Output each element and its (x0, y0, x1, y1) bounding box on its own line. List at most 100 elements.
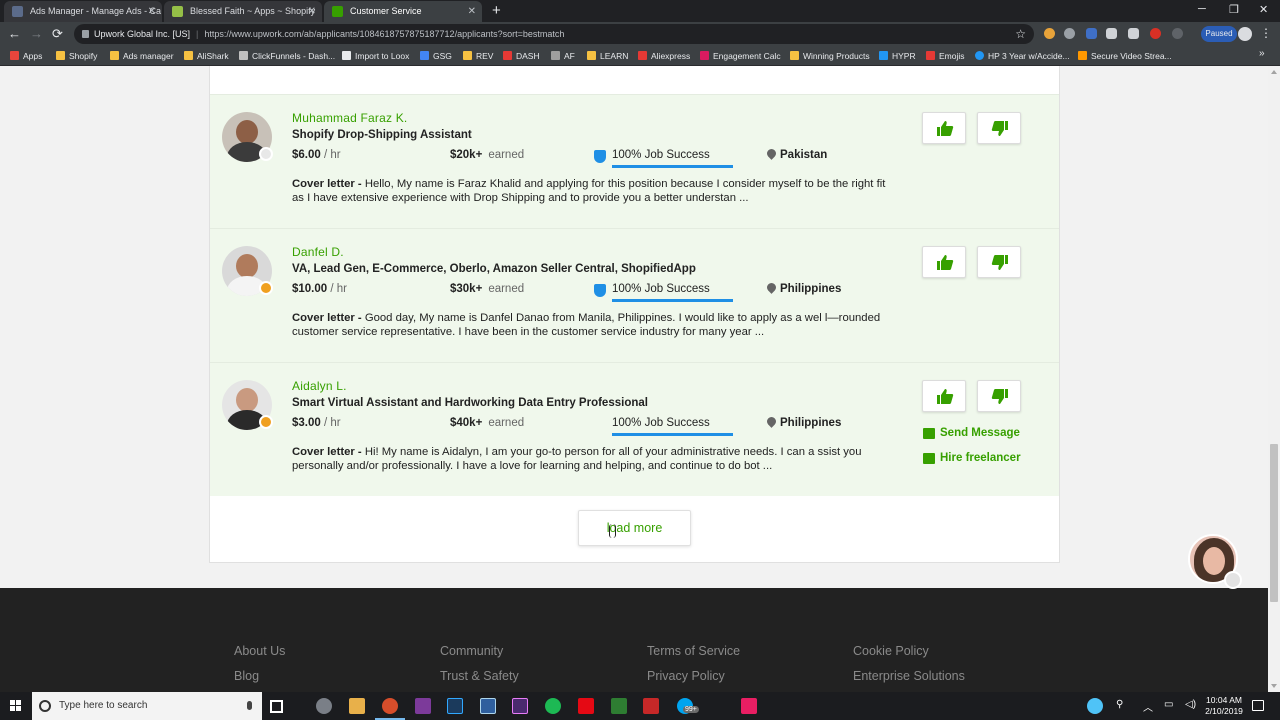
bookmark-item[interactable]: Aliexpress (638, 46, 690, 66)
back-button[interactable]: ← (8, 26, 21, 42)
close-icon[interactable]: ✕ (468, 1, 476, 22)
task-view-icon[interactable] (270, 700, 283, 713)
taskbar-app-icon[interactable] (611, 698, 627, 714)
extension-icon[interactable] (1128, 28, 1139, 39)
zoom-icon[interactable] (1064, 28, 1075, 39)
archive-thumbs-down-button[interactable] (977, 380, 1021, 412)
photoshop-icon[interactable] (447, 698, 463, 714)
applicant-name-link[interactable]: Aidalyn L. (292, 379, 347, 393)
site-identity: Upwork Global Inc. [US] (94, 29, 191, 39)
extension-icon[interactable] (1086, 28, 1097, 39)
hire-freelancer-link[interactable]: Hire freelancer (923, 452, 1021, 464)
footer-link-trust-safety[interactable]: Trust & Safety (440, 669, 519, 683)
action-center-icon[interactable] (1252, 700, 1264, 711)
netflix-icon[interactable] (578, 698, 594, 714)
extension-icon[interactable] (1172, 28, 1183, 39)
battery-icon[interactable]: ▭ (1164, 699, 1173, 710)
extension-icon[interactable] (1106, 28, 1117, 39)
bookmark-item[interactable]: AF (551, 46, 575, 66)
profile-avatar[interactable] (1238, 27, 1252, 41)
cover-letter[interactable]: Cover letter - Hi! My name is Aidalyn, I… (292, 445, 900, 474)
spotify-icon[interactable] (545, 698, 561, 714)
close-icon[interactable]: ✕ (308, 1, 316, 22)
tab-ads-manager[interactable]: Ads Manager - Manage Ads - Ca ✕ (4, 1, 162, 22)
footer-link-privacy[interactable]: Privacy Policy (647, 669, 725, 683)
shortlist-thumbs-up-button[interactable] (922, 246, 966, 278)
thumbs-up-icon (937, 389, 954, 404)
taskbar-search-box[interactable]: Type here to search (32, 692, 262, 720)
bookmark-item[interactable]: HYPR (879, 46, 916, 66)
paused-sync-badge[interactable]: Paused (1201, 26, 1237, 42)
archive-thumbs-down-button[interactable] (977, 112, 1021, 144)
taskbar-app-icon[interactable] (643, 698, 659, 714)
send-message-link[interactable]: Send Message (923, 427, 1020, 439)
premiere-icon[interactable] (512, 698, 528, 714)
extension-icon[interactable] (1044, 28, 1055, 39)
shortlist-thumbs-up-button[interactable] (922, 380, 966, 412)
bookmark-item[interactable]: ClickFunnels - Dash... (239, 46, 335, 66)
bookmark-item[interactable]: Engagement Calc (700, 46, 781, 66)
bookmark-star-icon[interactable]: ☆ (1015, 24, 1026, 44)
bookmark-item[interactable]: DASH (503, 46, 540, 66)
footer-link-enterprise[interactable]: Enterprise Solutions (853, 669, 965, 683)
applicant-name-link[interactable]: Danfel D. (292, 245, 344, 259)
forward-button[interactable]: → (30, 26, 43, 42)
cover-letter[interactable]: Cover letter - Hello, My name is Faraz K… (292, 177, 900, 206)
show-hidden-icons-icon[interactable]: ︿ (1143, 699, 1153, 714)
extension-icon[interactable] (1150, 28, 1161, 39)
bookmark-item[interactable]: Import to Loox (342, 46, 409, 66)
taskbar-clock[interactable]: 10:04 AM 2/10/2019 (1200, 695, 1248, 717)
bookmark-item[interactable]: Apps (10, 46, 42, 66)
applicant-name-link[interactable]: Muhammad Faraz K. (292, 111, 407, 125)
windows-start-icon[interactable] (10, 700, 22, 712)
bookmark-item[interactable]: HP 3 Year w/Accide... (975, 46, 1070, 66)
tab-customer-service[interactable]: Customer Service ✕ (324, 1, 482, 22)
footer-link-terms[interactable]: Terms of Service (647, 644, 740, 658)
bookmark-item[interactable]: Ads manager (110, 46, 174, 66)
footer-link-about-us[interactable]: About Us (234, 644, 285, 658)
bookmark-item[interactable]: Shopify (56, 46, 97, 66)
page-scrollbar[interactable] (1268, 66, 1280, 692)
more-menu-icon[interactable]: ⋮ (1260, 26, 1272, 40)
taskbar-app-icon[interactable] (741, 698, 757, 714)
bookmark-item[interactable]: REV (463, 46, 493, 66)
archive-thumbs-down-button[interactable] (977, 246, 1021, 278)
bookmark-item[interactable]: LEARN (587, 46, 628, 66)
file-explorer-icon[interactable] (349, 698, 365, 714)
bookmark-item[interactable]: Emojis (926, 46, 965, 66)
lightroom-icon[interactable] (480, 698, 496, 714)
more-bookmarks-icon[interactable]: » (1259, 48, 1265, 59)
footer-link-blog[interactable]: Blog (234, 669, 259, 683)
restore-button[interactable]: ❐ (1229, 3, 1239, 16)
taskbar-app-icon[interactable] (316, 698, 332, 714)
bookmark-item[interactable]: AliShark (184, 46, 229, 66)
onenote-icon[interactable] (415, 698, 431, 714)
close-window-button[interactable]: ✕ (1259, 3, 1268, 16)
people-icon[interactable]: ⚲ (1116, 699, 1123, 710)
bookmark-item[interactable]: Winning Products (790, 46, 870, 66)
address-bar[interactable]: Upwork Global Inc. [US] | https://www.upwo… (74, 24, 1034, 44)
bookmark-item[interactable]: Secure Video Strea... (1078, 46, 1172, 66)
scroll-down-arrow-icon[interactable] (1271, 684, 1277, 688)
shortlist-thumbs-up-button[interactable] (922, 112, 966, 144)
scrollbar-thumb[interactable] (1270, 444, 1278, 602)
volume-icon[interactable]: ◁) (1185, 699, 1196, 710)
status-dot (259, 415, 273, 429)
cover-letter[interactable]: Cover letter - Good day, My name is Danf… (292, 311, 900, 340)
applicant-title: Smart Virtual Assistant and Hardworking … (292, 397, 648, 409)
new-tab-button[interactable]: + (492, 2, 501, 20)
text-cursor-icon (609, 524, 616, 538)
tab-shopify-apps[interactable]: Blessed Faith ~ Apps ~ Shopify ✕ (164, 1, 322, 22)
help-icon[interactable] (1087, 698, 1103, 714)
chrome-icon[interactable] (375, 698, 405, 720)
footer-link-community[interactable]: Community (440, 644, 503, 658)
divider: | (196, 29, 199, 39)
reload-button[interactable]: ⟳ (52, 26, 63, 42)
microphone-icon[interactable] (247, 701, 252, 710)
minimize-button[interactable]: ─ (1198, 3, 1206, 15)
close-icon[interactable]: ✕ (148, 1, 156, 22)
scroll-up-arrow-icon[interactable] (1271, 70, 1277, 74)
bookmark-item[interactable]: GSG (420, 46, 452, 66)
load-more-button[interactable]: load more (578, 510, 691, 546)
footer-link-cookie-policy[interactable]: Cookie Policy (853, 644, 929, 658)
